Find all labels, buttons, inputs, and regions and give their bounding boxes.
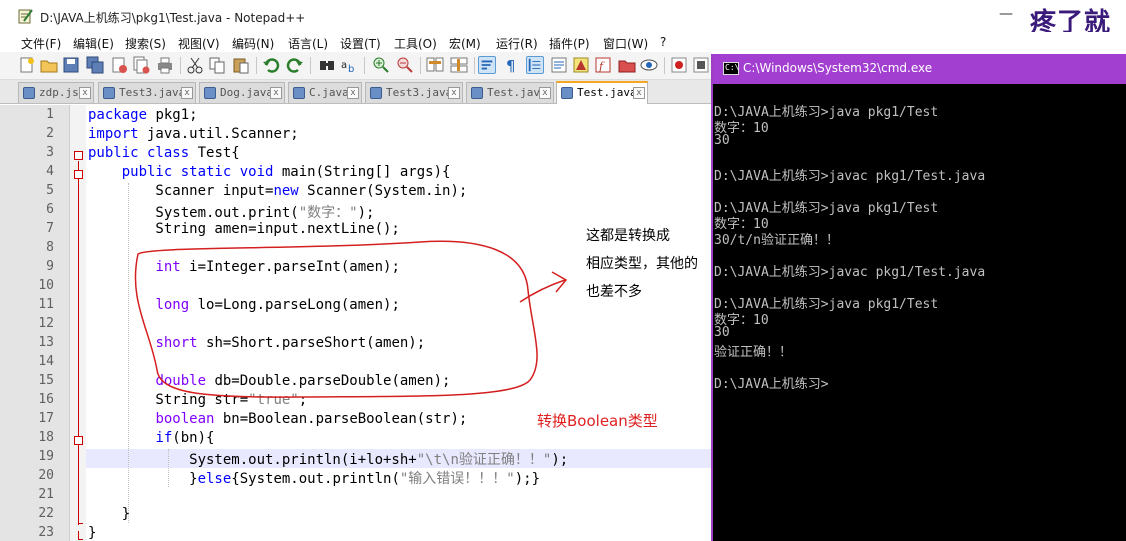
console-prompt[interactable]: D:\JAVA上机练习> — [714, 373, 829, 392]
console-line: D:\JAVA上机练习>javac pkg1/Test.java — [714, 265, 986, 280]
console-line: 30/t/n验证正确！！ — [714, 233, 839, 248]
console-line: 30 — [714, 133, 730, 148]
cmd-title-bar[interactable]: C:\ C:\Windows\System32\cmd.exe — [713, 54, 1126, 84]
console-line: 验证正确！！ — [714, 345, 793, 360]
console-line: 30 — [714, 325, 730, 340]
cmd-window[interactable]: C:\ C:\Windows\System32\cmd.exe D:\JAVA上… — [711, 54, 1126, 541]
annotation-note: 这都是转换成 相应类型，其他的 也差不多 — [586, 228, 698, 300]
cmd-window-title: C:\Windows\System32\cmd.exe — [743, 61, 933, 75]
cmd-app-icon: C:\ — [723, 62, 739, 75]
console-line: D:\JAVA上机练习>javac pkg1/Test.java — [714, 169, 986, 184]
annotation-circle — [134, 240, 538, 398]
minimize-button[interactable]: — — [996, 6, 1016, 26]
annotation-boolean-note: 转换Boolean类型 — [537, 412, 658, 430]
